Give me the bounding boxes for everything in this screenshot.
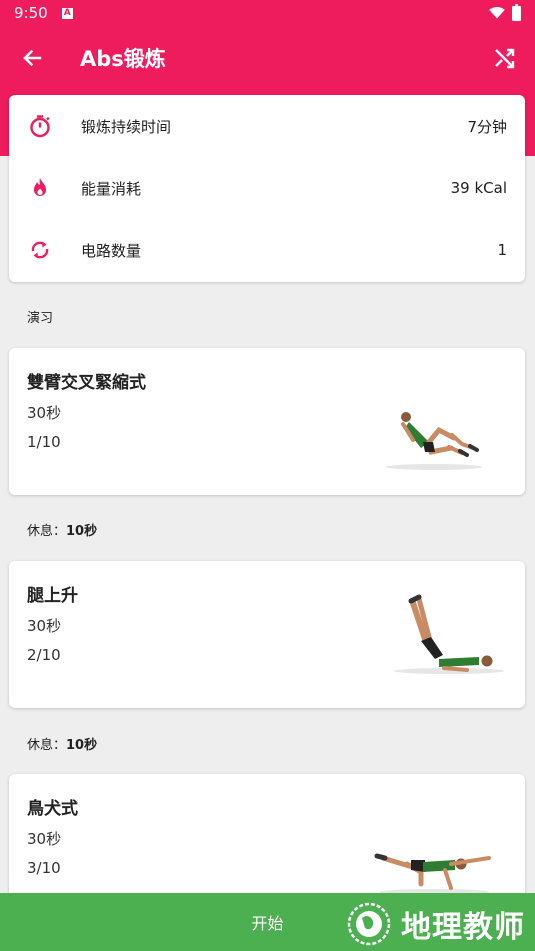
app-bar: Abs锻炼	[0, 26, 535, 90]
crunch-illustration	[386, 412, 482, 470]
exercise-index: 2/10	[27, 646, 61, 664]
bird-dog-illustration	[374, 853, 491, 895]
exercise-index: 1/10	[27, 433, 61, 451]
exercise-card[interactable]: 雙臂交叉緊縮式 30秒 1/10	[9, 348, 525, 495]
status-time: 9:50	[14, 4, 48, 22]
exercise-name: 腿上升	[27, 586, 78, 606]
summary-value: 7分钟	[467, 117, 507, 136]
leg-raise-illustration	[394, 594, 504, 674]
summary-row-duration: 锻炼持续时间 7分钟	[9, 95, 525, 157]
exercise-name: 雙臂交叉緊縮式	[27, 373, 146, 393]
summary-value: 1	[497, 241, 507, 259]
rest-prefix: 休息：	[27, 524, 67, 539]
stopwatch-icon	[27, 113, 53, 139]
exercise-name: 鳥犬式	[27, 799, 78, 819]
page-title: Abs锻炼	[80, 47, 166, 71]
summary-label: 锻炼持续时间	[81, 117, 172, 136]
exercise-duration: 30秒	[27, 617, 62, 635]
exercise-index: 3/10	[27, 859, 61, 877]
exercise-duration: 30秒	[27, 404, 62, 422]
repeat-icon	[27, 237, 53, 263]
status-bar: 9:50 A	[0, 0, 535, 26]
summary-label: 能量消耗	[81, 179, 142, 198]
workout-summary-card: 锻炼持续时间 7分钟 能量消耗 39 kCal 电路数量 1	[9, 95, 525, 282]
shuffle-button[interactable]	[475, 26, 535, 90]
start-label: 开始	[251, 914, 284, 933]
notification-icon: A	[61, 7, 73, 19]
rest-label: 休息：10秒	[27, 734, 97, 753]
exercise-card[interactable]: 腿上升 30秒 2/10	[9, 561, 525, 708]
back-button[interactable]	[0, 26, 64, 90]
summary-label: 电路数量	[81, 241, 142, 260]
wifi-icon	[489, 7, 505, 19]
watermark-text: 地理教师	[401, 910, 525, 945]
watermark: 地理教师	[345, 900, 525, 948]
rest-label: 休息：10秒	[27, 520, 97, 539]
status-icons	[488, 3, 521, 21]
summary-row-circuits: 电路数量 1	[9, 219, 525, 281]
rest-prefix: 休息：	[27, 738, 67, 753]
globe-logo-icon	[347, 902, 391, 946]
arrow-back-icon	[23, 49, 42, 67]
exercises-section-label: 演习	[27, 311, 54, 326]
flame-icon	[27, 175, 53, 201]
summary-row-energy: 能量消耗 39 kCal	[9, 157, 525, 219]
battery-icon	[512, 3, 521, 21]
shuffle-icon	[495, 48, 515, 69]
summary-value: 39 kCal	[450, 179, 507, 197]
rest-duration: 10秒	[66, 524, 98, 539]
rest-duration: 10秒	[66, 738, 98, 753]
exercise-duration: 30秒	[27, 830, 62, 848]
